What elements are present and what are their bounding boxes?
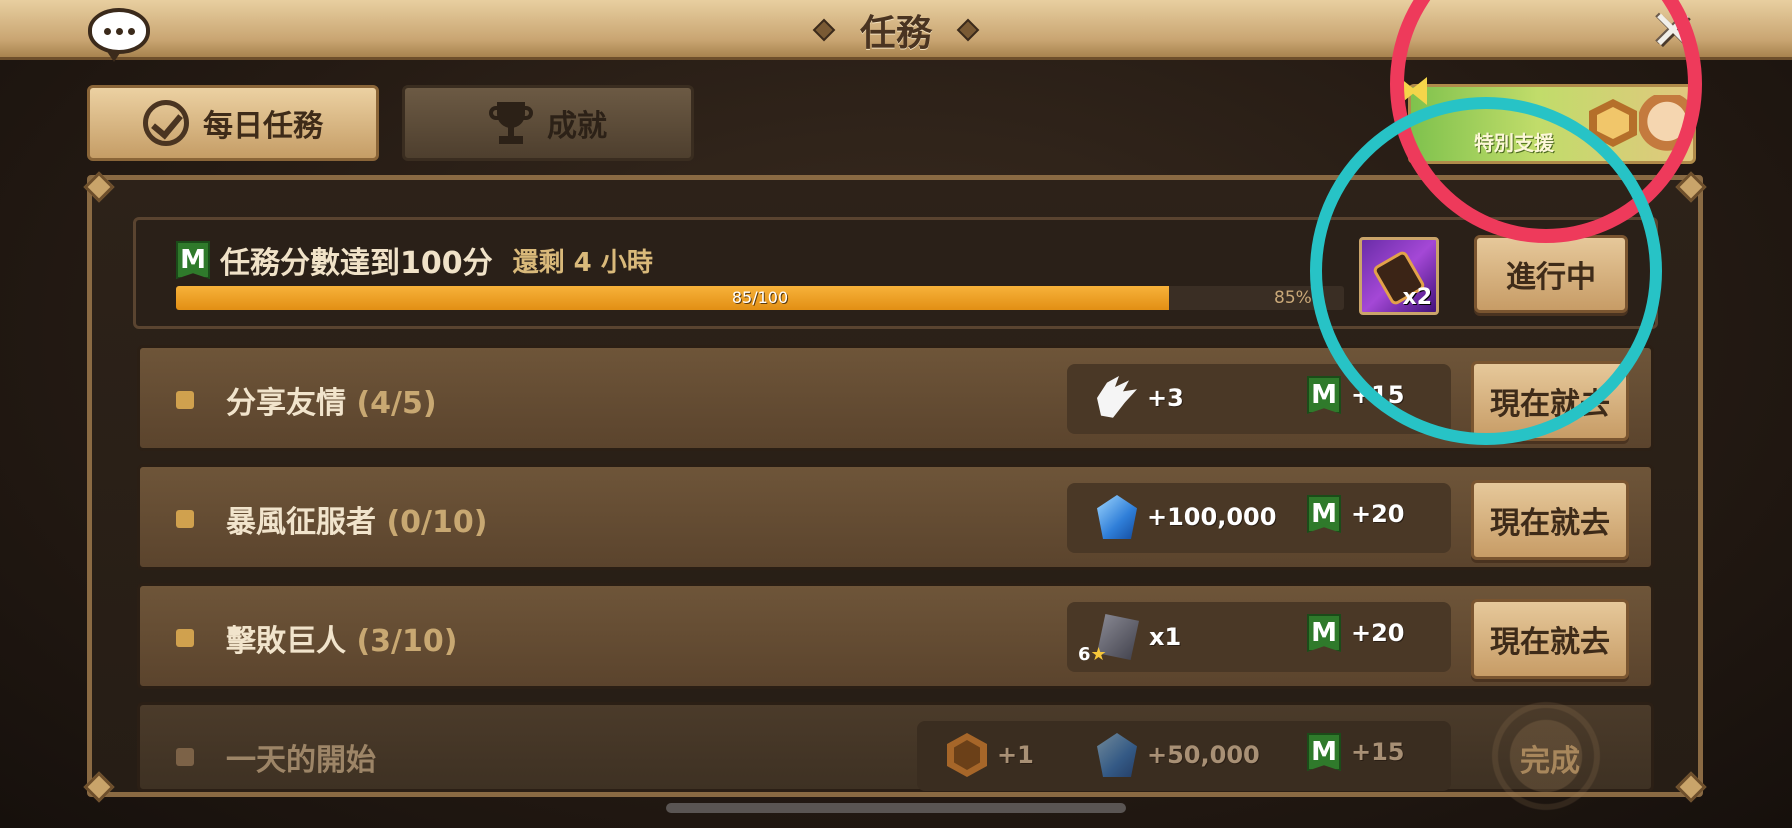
- reward-quantity: x2: [1402, 285, 1433, 310]
- mission-count: (4/5): [356, 386, 437, 421]
- go-now-button[interactable]: 現在就去: [1471, 361, 1629, 441]
- star-icon: ★: [1090, 644, 1107, 665]
- progress-text: 85/100: [731, 288, 789, 307]
- mission-name: 暴風征服者: [226, 505, 376, 540]
- go-now-button[interactable]: 現在就去: [1471, 480, 1629, 560]
- character-portrait: [1639, 95, 1695, 161]
- reward-value: +3: [1147, 384, 1184, 412]
- bullet-icon: [176, 391, 194, 409]
- reward-value: +15: [1351, 381, 1405, 409]
- tab-achievements[interactable]: 成就: [402, 85, 694, 161]
- reward-value: +15: [1351, 738, 1405, 766]
- score-title: 任務分數達到100分: [220, 246, 493, 281]
- mission-row: 擊敗巨人 (3/10) x1 M +20 6★ 現在就去: [137, 583, 1654, 689]
- star-grade-label: 6★: [1078, 644, 1107, 665]
- reward-box: x1 M +20: [1067, 602, 1451, 672]
- crystal-icon: [1097, 495, 1137, 539]
- special-support-banner[interactable]: 特別支援: [1399, 77, 1696, 164]
- m-badge-icon: M: [1307, 614, 1341, 652]
- reward-scroll-item[interactable]: x2: [1359, 237, 1439, 315]
- reward-value: +20: [1351, 500, 1405, 528]
- mission-count: (0/10): [386, 505, 488, 540]
- tab-label: 成就: [547, 109, 607, 144]
- bullet-icon: [176, 748, 194, 766]
- time-remaining: 還剩 4 小時: [512, 247, 653, 278]
- reward-value: +1: [997, 741, 1034, 769]
- reward-item: +3: [1097, 376, 1184, 420]
- bullet-icon: [176, 510, 194, 528]
- reward-item: M +15: [1307, 376, 1405, 414]
- mission-row-completed: 一天的開始 +1 +50,000 M +15 完成: [137, 701, 1654, 811]
- reward-value: +20: [1351, 619, 1405, 647]
- home-indicator[interactable]: [666, 803, 1126, 813]
- trophy-icon: [489, 100, 533, 146]
- m-badge-icon: M: [176, 241, 210, 279]
- progress-percent: 85%: [1274, 288, 1312, 308]
- m-badge-icon: M: [1307, 495, 1341, 533]
- tab-label: 每日任務: [203, 109, 323, 144]
- reward-value: +100,000: [1147, 503, 1277, 531]
- mission-label: 分享友情 (4/5): [226, 378, 437, 422]
- mission-label: 擊敗巨人 (3/10): [226, 616, 457, 660]
- mission-row: 分享友情 (4/5) +3 M +15 現在就去: [137, 345, 1654, 451]
- in-progress-button[interactable]: 進行中: [1474, 235, 1628, 313]
- go-now-button[interactable]: 現在就去: [1471, 599, 1629, 679]
- m-badge-icon: M: [1307, 376, 1341, 414]
- diamond-ornament-icon: [956, 18, 980, 42]
- m-badge-icon: M: [1307, 733, 1341, 771]
- bullet-icon: [176, 629, 194, 647]
- close-button[interactable]: ✕: [1646, 4, 1700, 58]
- reward-item: M +20: [1307, 495, 1405, 533]
- mission-score-card: M 任務分數達到100分 還剩 4 小時 85/100 85% x2 進行中: [133, 217, 1658, 329]
- mission-name: 分享友情: [226, 386, 346, 421]
- reward-item: M +20: [1307, 614, 1405, 652]
- completed-label: 完成: [1520, 744, 1580, 779]
- wing-icon: [1097, 376, 1137, 418]
- title-wrap: 任務: [0, 6, 1792, 54]
- check-circle-icon: [143, 100, 189, 146]
- mission-name: 擊敗巨人: [226, 624, 346, 659]
- diamond-ornament-icon: [812, 18, 836, 42]
- reward-item: +50,000: [1097, 733, 1260, 777]
- mission-row: 暴風征服者 (0/10) +100,000 M +20 現在就去: [137, 464, 1654, 570]
- mission-label: 暴風征服者 (0/10): [226, 497, 487, 541]
- reward-box: +1 +50,000 M +15: [917, 721, 1451, 791]
- tab-daily-missions[interactable]: 每日任務: [87, 85, 379, 161]
- reward-item: +1: [947, 733, 1034, 777]
- crystal-icon: [1097, 733, 1137, 777]
- reward-value: +50,000: [1147, 741, 1260, 769]
- progress-bar: 85/100: [176, 286, 1344, 310]
- reward-box: +3 M +15: [1067, 364, 1451, 434]
- reward-item: +100,000: [1097, 495, 1276, 539]
- sprout-hex-icon: [947, 733, 987, 777]
- score-title-row: M 任務分數達到100分 還剩 4 小時: [176, 238, 653, 282]
- sprout-hex-icon: [1589, 99, 1637, 147]
- mission-name: 一天的開始: [226, 743, 376, 778]
- reward-item: x1: [1097, 614, 1181, 660]
- reward-value: x1: [1149, 623, 1182, 651]
- page-title: 任務: [859, 13, 932, 54]
- reward-box: +100,000 M +20: [1067, 483, 1451, 553]
- banner-text: 特別支援: [1474, 131, 1554, 155]
- header-bar: 任務 ✕: [0, 0, 1792, 62]
- reward-item: M +15: [1307, 733, 1405, 771]
- mission-count: (3/10): [356, 624, 458, 659]
- mission-label: 一天的開始: [226, 735, 376, 779]
